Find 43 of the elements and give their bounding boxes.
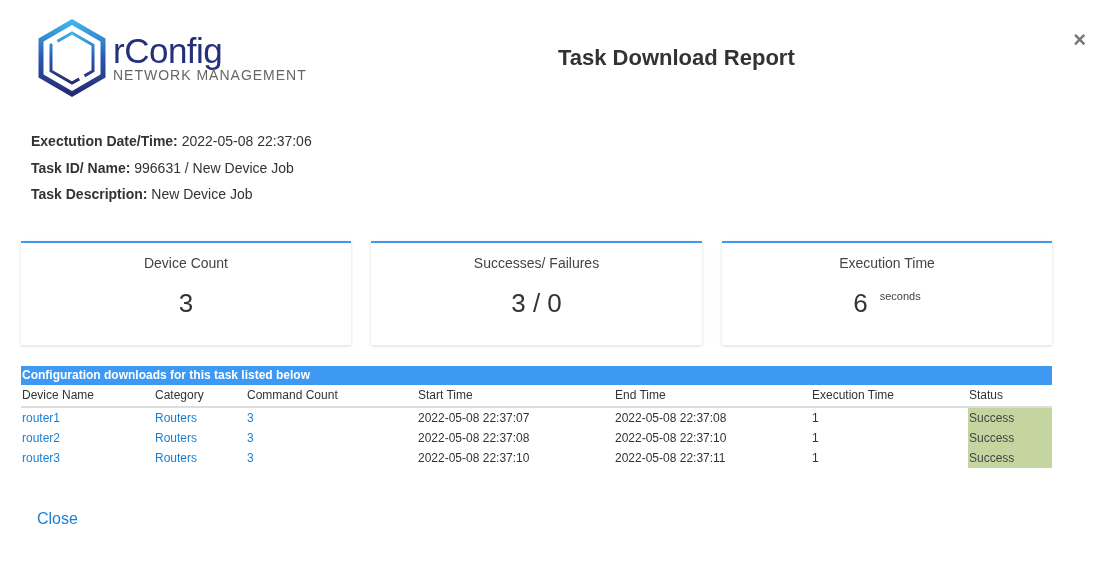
stat-unit: seconds [879, 289, 921, 302]
column-header: Command Count [247, 388, 338, 402]
stat-label: Successes/ Failures [473, 254, 600, 271]
report-title: Task Download Report [558, 45, 795, 71]
table-caption: Configuration downloads for this task listed below [21, 365, 1052, 385]
table-cell: 2022-05-08 22:37:08 [418, 430, 530, 445]
table-link[interactable]: Routers [155, 450, 198, 465]
table-cell: 2022-05-08 22:37:10 [418, 450, 530, 465]
close-link[interactable]: Close [37, 509, 78, 528]
table-cell: 1 [812, 450, 819, 465]
column-header: Status [969, 388, 1004, 402]
table-link[interactable]: 3 [247, 430, 254, 445]
status-cell: Success [968, 406, 1052, 428]
stat-value: 6 [853, 287, 868, 319]
column-header: Device Name [22, 388, 95, 402]
status-cell: Success [968, 427, 1052, 448]
table-link[interactable]: Routers [155, 410, 198, 425]
table-link[interactable]: router3 [22, 450, 61, 465]
table-link[interactable]: router2 [22, 430, 61, 445]
table-link[interactable]: router1 [22, 410, 61, 425]
table-cell: 2022-05-08 22:37:11 [615, 450, 726, 465]
column-header: Execution Time [812, 388, 895, 402]
detail-line: Exectution Date/Time: 2022-05-08 22:37:06 [31, 133, 312, 149]
stat-value: 3 [178, 287, 194, 319]
status-cell: Success [968, 447, 1052, 468]
table-cell: 2022-05-08 22:37:10 [615, 430, 727, 445]
table-link[interactable]: 3 [247, 410, 254, 425]
stat-label: Device Count [143, 254, 228, 271]
detail-line: Task Description: New Device Job [31, 186, 253, 202]
hexagon-logo-icon [37, 19, 107, 97]
column-header: Start Time [418, 388, 473, 402]
column-header: Category [155, 388, 204, 402]
logo-text: rConfig [113, 33, 224, 69]
table-link[interactable]: 3 [247, 450, 254, 465]
column-header: End Time [615, 388, 666, 402]
table-cell: 2022-05-08 22:37:08 [615, 410, 727, 425]
table-cell: 1 [812, 410, 819, 425]
table-link[interactable]: Routers [155, 430, 198, 445]
table-cell: 2022-05-08 22:37:07 [418, 410, 530, 425]
detail-line: Task ID/ Name: 996631 / New Device Job [31, 159, 294, 176]
stat-value: 3 / 0 [511, 287, 562, 319]
table-cell: 1 [812, 430, 819, 445]
stat-label: Execution Time [839, 254, 935, 271]
